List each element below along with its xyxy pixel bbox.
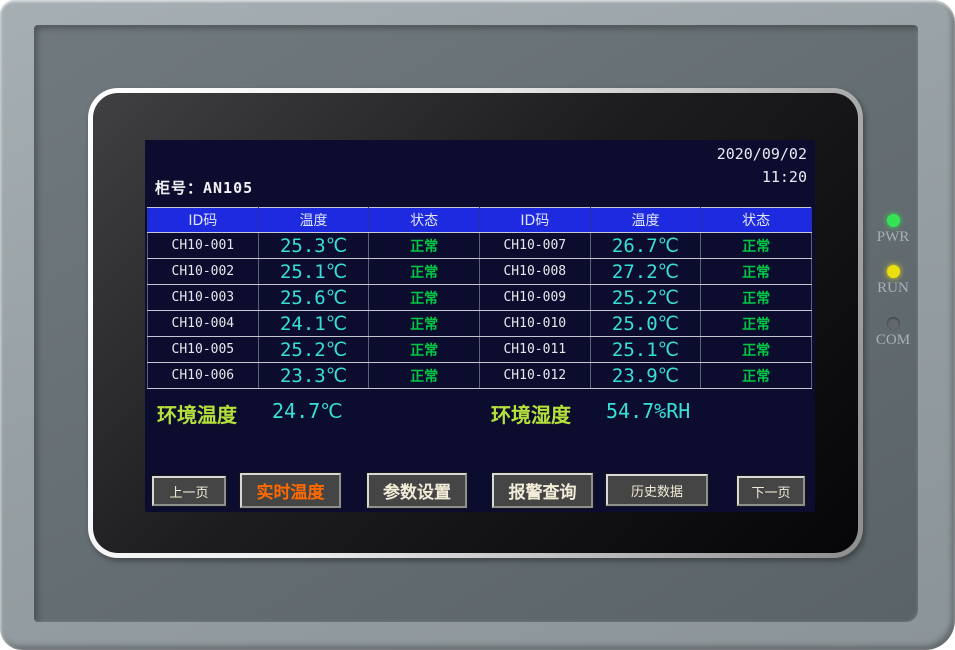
channel-temp: 25.2℃ bbox=[590, 285, 701, 311]
channel-status: 正常 bbox=[701, 233, 812, 259]
date-display: 2020/09/02 bbox=[717, 144, 807, 164]
header-status-right: 状态 bbox=[701, 208, 812, 233]
table-row: CH10-006 23.3℃ 正常 CH10-012 23.9℃ 正常 bbox=[148, 363, 812, 389]
channel-temp: 25.0℃ bbox=[590, 311, 701, 337]
channel-id: CH10-005 bbox=[148, 337, 259, 363]
channel-status: 正常 bbox=[701, 311, 812, 337]
com-led-icon bbox=[887, 317, 900, 330]
table-row: CH10-001 25.3℃ 正常 CH10-007 26.7℃ 正常 bbox=[148, 233, 812, 259]
history-data-button[interactable]: 历史数据 bbox=[606, 474, 708, 506]
run-led-label: RUN bbox=[868, 280, 918, 297]
table-row: CH10-003 25.6℃ 正常 CH10-009 25.2℃ 正常 bbox=[148, 285, 812, 311]
prev-page-button[interactable]: 上一页 bbox=[152, 476, 226, 506]
com-led-group: COM bbox=[868, 317, 918, 349]
table-row: CH10-002 25.1℃ 正常 CH10-008 27.2℃ 正常 bbox=[148, 259, 812, 285]
channel-id: CH10-009 bbox=[479, 285, 590, 311]
ambient-temp-value: 24.7℃ bbox=[272, 399, 343, 423]
channel-id: CH10-003 bbox=[148, 285, 259, 311]
channel-status: 正常 bbox=[701, 285, 812, 311]
parameter-settings-button[interactable]: 参数设置 bbox=[367, 473, 467, 508]
channel-id: CH10-007 bbox=[479, 233, 590, 259]
table-header-row: ID码 温度 状态 ID码 温度 状态 bbox=[148, 208, 812, 233]
channel-status: 正常 bbox=[369, 285, 480, 311]
channel-temp: 23.3℃ bbox=[258, 363, 369, 389]
table-row: CH10-004 24.1℃ 正常 CH10-010 25.0℃ 正常 bbox=[148, 311, 812, 337]
channel-temp: 24.1℃ bbox=[258, 311, 369, 337]
channel-id: CH10-008 bbox=[479, 259, 590, 285]
header-temp-right: 温度 bbox=[590, 208, 701, 233]
channel-temp: 25.1℃ bbox=[258, 259, 369, 285]
channel-temp: 23.9℃ bbox=[590, 363, 701, 389]
cabinet-label: 柜号：AN105 bbox=[155, 177, 253, 198]
time-display: 11:20 bbox=[717, 167, 807, 187]
header-id-left: ID码 bbox=[148, 208, 259, 233]
ambient-humidity-label: 环境湿度 bbox=[491, 399, 571, 428]
ambient-temp-label: 环境温度 bbox=[157, 399, 237, 428]
channel-id: CH10-006 bbox=[148, 363, 259, 389]
channel-status: 正常 bbox=[369, 233, 480, 259]
channel-temp: 26.7℃ bbox=[590, 233, 701, 259]
channel-status: 正常 bbox=[369, 363, 480, 389]
header-temp-left: 温度 bbox=[258, 208, 369, 233]
channel-temp: 25.3℃ bbox=[258, 233, 369, 259]
ambient-humidity-value: 54.7%RH bbox=[606, 399, 690, 423]
channel-id: CH10-012 bbox=[479, 363, 590, 389]
pwr-led-group: PWR bbox=[868, 214, 918, 246]
channel-temp: 25.2℃ bbox=[258, 337, 369, 363]
channel-id: CH10-001 bbox=[148, 233, 259, 259]
channel-id: CH10-002 bbox=[148, 259, 259, 285]
header-status-left: 状态 bbox=[369, 208, 480, 233]
channel-status: 正常 bbox=[701, 337, 812, 363]
channel-temp: 25.1℃ bbox=[590, 337, 701, 363]
com-led-label: COM bbox=[868, 332, 918, 349]
channel-status: 正常 bbox=[369, 311, 480, 337]
channel-id: CH10-004 bbox=[148, 311, 259, 337]
realtime-temp-button[interactable]: 实时温度 bbox=[240, 473, 341, 508]
channel-status: 正常 bbox=[369, 259, 480, 285]
channel-temp: 25.6℃ bbox=[258, 285, 369, 311]
channel-id: CH10-010 bbox=[479, 311, 590, 337]
header-id-right: ID码 bbox=[479, 208, 590, 233]
channel-status: 正常 bbox=[701, 363, 812, 389]
hmi-device: 2020/09/02 11:20 柜号：AN105 ID码 温度 状态 ID码 … bbox=[0, 0, 955, 650]
sensor-table: ID码 温度 状态 ID码 温度 状态 CH10-001 25.3℃ 正常 CH… bbox=[147, 207, 812, 389]
next-page-button[interactable]: 下一页 bbox=[737, 476, 805, 506]
pwr-led-icon bbox=[887, 214, 900, 227]
channel-temp: 27.2℃ bbox=[590, 259, 701, 285]
pwr-led-label: PWR bbox=[868, 229, 918, 246]
run-led-group: RUN bbox=[868, 265, 918, 297]
channel-status: 正常 bbox=[701, 259, 812, 285]
run-led-icon bbox=[887, 265, 900, 278]
lcd-display: 2020/09/02 11:20 柜号：AN105 ID码 温度 状态 ID码 … bbox=[145, 140, 815, 512]
alarm-query-button[interactable]: 报警查询 bbox=[492, 473, 593, 508]
datetime-block: 2020/09/02 11:20 bbox=[717, 144, 807, 187]
channel-status: 正常 bbox=[369, 337, 480, 363]
channel-id: CH10-011 bbox=[479, 337, 590, 363]
table-row: CH10-005 25.2℃ 正常 CH10-011 25.1℃ 正常 bbox=[148, 337, 812, 363]
